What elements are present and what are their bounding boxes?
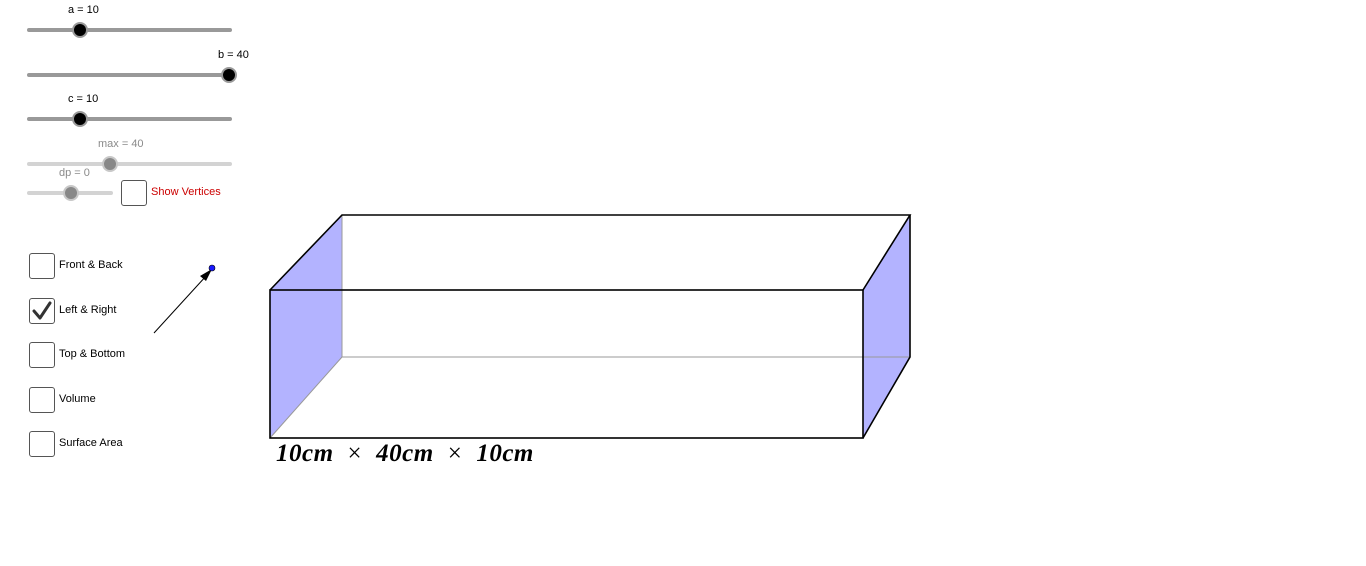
dimension-a: 10cm xyxy=(276,440,334,467)
front-face-outline xyxy=(269,289,864,439)
rotation-vector-arrowhead xyxy=(200,269,212,281)
dimension-b: 40cm xyxy=(376,440,434,467)
rotation-vector-point[interactable] xyxy=(208,264,216,272)
top-back-edges xyxy=(269,214,912,291)
cuboid-canvas xyxy=(153,214,912,439)
times-sign-2: × xyxy=(447,440,463,467)
right-face xyxy=(863,215,910,438)
times-sign-1: × xyxy=(347,440,363,467)
left-face xyxy=(270,215,342,438)
dimension-c: 10cm xyxy=(476,440,534,467)
visible-edges xyxy=(269,214,912,439)
dimensions-label: 10cm × 40cm × 10cm xyxy=(276,440,534,468)
rotation-vector[interactable] xyxy=(153,274,208,334)
